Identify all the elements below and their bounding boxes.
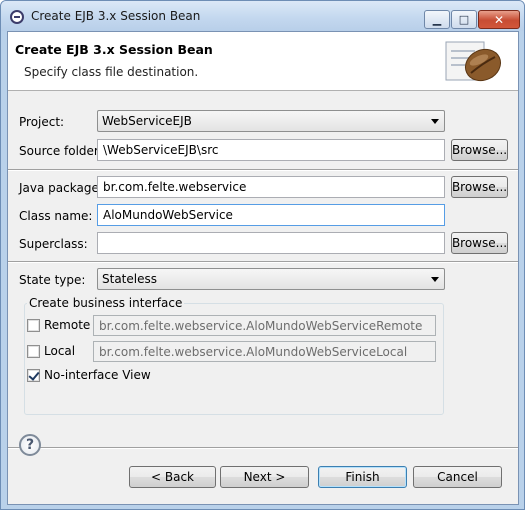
java-package-field[interactable]: br.com.felte.webservice	[97, 176, 445, 198]
wizard-banner: Create EJB 3.x Session Bean Specify clas…	[8, 32, 518, 91]
window-title: Create EJB 3.x Session Bean	[31, 9, 201, 23]
source-folder-browse-button[interactable]: Browse...	[451, 139, 508, 161]
state-type-select[interactable]: Stateless	[97, 268, 445, 290]
project-select-value: WebServiceEJB	[102, 114, 192, 128]
class-name-label: Class name:	[19, 209, 93, 223]
separator	[8, 261, 518, 263]
superclass-field[interactable]	[97, 232, 445, 254]
banner-title: Create EJB 3.x Session Bean	[15, 42, 213, 57]
local-interface-field: br.com.felte.webservice.AloMundoWebServi…	[93, 341, 436, 362]
dialog-body: Create EJB 3.x Session Bean Specify clas…	[7, 31, 519, 505]
cancel-button[interactable]: Cancel	[413, 466, 502, 488]
back-button[interactable]: < Back	[129, 466, 216, 488]
banner-subtitle: Specify class file destination.	[24, 65, 199, 79]
no-interface-view-label[interactable]: No-interface View	[44, 368, 151, 382]
source-folder-label: Source folder:	[19, 144, 103, 158]
remote-checkbox[interactable]	[27, 319, 40, 332]
eclipse-icon	[10, 10, 24, 24]
dialog-window: Create EJB 3.x Session Bean ▁ □ ✕ Create…	[0, 0, 525, 510]
superclass-browse-button[interactable]: Browse...	[451, 232, 508, 254]
state-type-select-value: Stateless	[102, 272, 157, 286]
class-name-field[interactable]: AloMundoWebService	[97, 204, 445, 226]
title-bar[interactable]: Create EJB 3.x Session Bean ▁ □ ✕	[1, 1, 524, 31]
separator	[8, 169, 518, 171]
help-icon[interactable]: ?	[19, 434, 41, 456]
remote-interface-field: br.com.felte.webservice.AloMundoWebServi…	[93, 315, 436, 336]
close-button[interactable]: ✕	[478, 10, 520, 29]
source-folder-field[interactable]: \WebServiceEJB\src	[97, 139, 445, 161]
project-select[interactable]: WebServiceEJB	[97, 110, 445, 132]
local-checkbox[interactable]	[27, 345, 40, 358]
finish-button[interactable]: Finish	[318, 466, 407, 488]
chevron-down-icon	[431, 119, 439, 124]
chevron-down-icon	[431, 277, 439, 282]
separator	[8, 447, 518, 449]
project-label: Project:	[19, 115, 65, 129]
remote-label[interactable]: Remote	[44, 318, 90, 332]
next-button[interactable]: Next >	[220, 466, 309, 488]
java-package-browse-button[interactable]: Browse...	[451, 176, 508, 198]
superclass-label: Superclass:	[19, 237, 88, 251]
java-package-label: Java package:	[19, 181, 103, 195]
minimize-button[interactable]: ▁	[424, 10, 450, 29]
coffee-bean-icon	[445, 41, 502, 82]
maximize-button[interactable]: □	[451, 10, 477, 29]
business-interface-legend: Create business interface	[27, 296, 185, 310]
local-label[interactable]: Local	[44, 344, 75, 358]
no-interface-view-checkbox[interactable]	[27, 369, 40, 382]
state-type-label: State type:	[19, 273, 86, 287]
